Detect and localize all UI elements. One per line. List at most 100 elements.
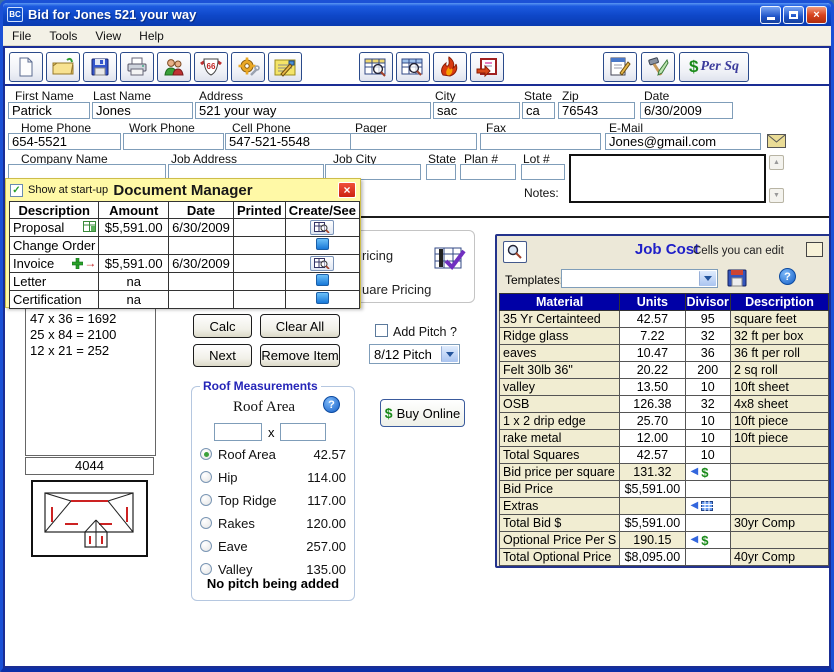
exit-report-button[interactable]: [470, 52, 504, 82]
price-per-square-button[interactable]: $ Per Sq: [679, 52, 749, 82]
length-input[interactable]: [214, 423, 262, 441]
buy-online-button[interactable]: $ Buy Online: [380, 399, 465, 427]
plan-input[interactable]: [460, 164, 516, 180]
svg-text:66: 66: [207, 62, 216, 71]
menu-help[interactable]: Help: [130, 26, 173, 46]
pricing-option-fragment[interactable]: ricing: [362, 248, 393, 263]
zip-input[interactable]: [558, 102, 635, 119]
calc-button[interactable]: Calc: [193, 314, 252, 338]
settings-button[interactable]: [231, 52, 265, 82]
work-phone-input[interactable]: [123, 133, 224, 150]
pitch-dropdown[interactable]: 8/12 Pitch: [369, 344, 460, 364]
first-name-input[interactable]: [8, 102, 90, 119]
minimize-icon: [767, 17, 775, 20]
envelope-icon[interactable]: [767, 134, 786, 153]
hot-sheet-button[interactable]: [433, 52, 467, 82]
create-certification-button[interactable]: [316, 292, 329, 304]
view-proposal-button[interactable]: [310, 220, 334, 235]
city-input[interactable]: [433, 102, 520, 119]
lot-input[interactable]: [521, 164, 565, 180]
list-item[interactable]: 25 x 84 = 2100: [30, 327, 155, 343]
templates-label: Templates:: [505, 273, 563, 287]
table-check-icon[interactable]: [434, 245, 468, 278]
add-pitch-checkbox[interactable]: [375, 324, 388, 337]
table-row: Extras◀: [500, 498, 829, 515]
eave-option[interactable]: Eave 257.00: [200, 537, 346, 555]
app-window: BC Bid for Jones 521 your way × File Too…: [0, 0, 834, 672]
job-state-input[interactable]: [426, 164, 456, 180]
dimension-list[interactable]: 47 x 36 = 1692 25 x 84 = 2100 12 x 21 = …: [25, 308, 156, 456]
create-letter-button[interactable]: [316, 274, 329, 286]
proposal-edit-button[interactable]: [603, 52, 637, 82]
square-pricing-option-fragment[interactable]: uare Pricing: [362, 282, 431, 297]
dm-header-row: Description Amount Date Printed Create/S…: [10, 202, 360, 219]
notes-edit-button[interactable]: [268, 52, 302, 82]
minimize-button[interactable]: [760, 6, 781, 24]
menu-view[interactable]: View: [86, 26, 130, 46]
view-invoice-button[interactable]: [310, 256, 334, 271]
save-floppy-icon: [727, 269, 747, 287]
radio-selected-icon[interactable]: [200, 448, 212, 460]
roof-help-icon[interactable]: ?: [323, 396, 340, 413]
list-item[interactable]: 12 x 21 = 252: [30, 343, 155, 359]
notes-scroll-down-button[interactable]: ▼: [769, 188, 784, 203]
save-template-button[interactable]: [725, 268, 749, 288]
notes-textarea[interactable]: [569, 154, 766, 203]
fax-input[interactable]: [480, 133, 601, 150]
roof-area-option[interactable]: Roof Area 42.57: [200, 445, 346, 463]
table-row: Invoice → $5,591.00 6/30/2009: [10, 255, 360, 273]
chevron-down-icon[interactable]: [441, 346, 458, 362]
document-manager-close-button[interactable]: ×: [338, 182, 356, 198]
contacts-button[interactable]: [157, 52, 191, 82]
set-optional-price-button[interactable]: ◀$: [689, 533, 727, 548]
print-button[interactable]: [120, 52, 154, 82]
width-input[interactable]: [280, 423, 326, 441]
hip-option[interactable]: Hip 114.00: [200, 468, 346, 486]
next-button[interactable]: Next: [193, 344, 252, 367]
state-input[interactable]: [522, 102, 555, 119]
radio-icon[interactable]: [200, 494, 212, 506]
email-input[interactable]: [605, 133, 761, 150]
tools-edit-button[interactable]: [641, 52, 675, 82]
radio-icon[interactable]: [200, 471, 212, 483]
flames-icon: [438, 56, 462, 78]
clear-all-button[interactable]: Clear All: [260, 314, 340, 338]
radio-icon[interactable]: [200, 563, 212, 575]
save-button[interactable]: [83, 52, 117, 82]
rakes-option[interactable]: Rakes 120.00: [200, 514, 346, 532]
rakes-value: 120.00: [294, 516, 346, 531]
units-header: Units: [620, 294, 685, 311]
cell-phone-input[interactable]: [225, 133, 351, 150]
job-cost-search-button[interactable]: [503, 241, 527, 263]
estimate-search-blue-button[interactable]: [396, 52, 430, 82]
dollar-icon: $: [701, 533, 708, 548]
templates-dropdown[interactable]: [561, 269, 718, 288]
roof-area-heading: Roof Area: [212, 399, 316, 416]
maximize-button[interactable]: [783, 6, 804, 24]
open-folder-button[interactable]: [46, 52, 80, 82]
create-change-order-button[interactable]: [316, 238, 329, 250]
extras-calculator-button[interactable]: ◀: [689, 501, 727, 511]
set-bid-price-button[interactable]: ◀$: [689, 465, 727, 480]
pager-input[interactable]: [350, 133, 477, 150]
address-input[interactable]: [195, 102, 431, 119]
radio-icon[interactable]: [200, 540, 212, 552]
menu-file[interactable]: File: [3, 26, 40, 46]
route-66-button[interactable]: 66: [194, 52, 228, 82]
last-name-input[interactable]: [92, 102, 193, 119]
hip-value: 114.00: [294, 470, 346, 485]
remove-item-button[interactable]: Remove Item: [260, 344, 340, 367]
job-cost-help-icon[interactable]: ?: [779, 268, 796, 285]
printer-icon: [125, 56, 149, 78]
close-button[interactable]: ×: [806, 6, 827, 24]
home-phone-input[interactable]: [8, 133, 121, 150]
top-ridge-option[interactable]: Top Ridge 117.00: [200, 491, 346, 509]
estimate-search-yellow-button[interactable]: [359, 52, 393, 82]
chevron-down-icon[interactable]: [699, 271, 716, 286]
new-document-button[interactable]: [9, 52, 43, 82]
menu-tools[interactable]: Tools: [40, 26, 86, 46]
list-item[interactable]: 47 x 36 = 1692: [30, 311, 155, 327]
radio-icon[interactable]: [200, 517, 212, 529]
date-input[interactable]: [640, 102, 733, 119]
notes-scroll-up-button[interactable]: ▲: [769, 155, 784, 170]
